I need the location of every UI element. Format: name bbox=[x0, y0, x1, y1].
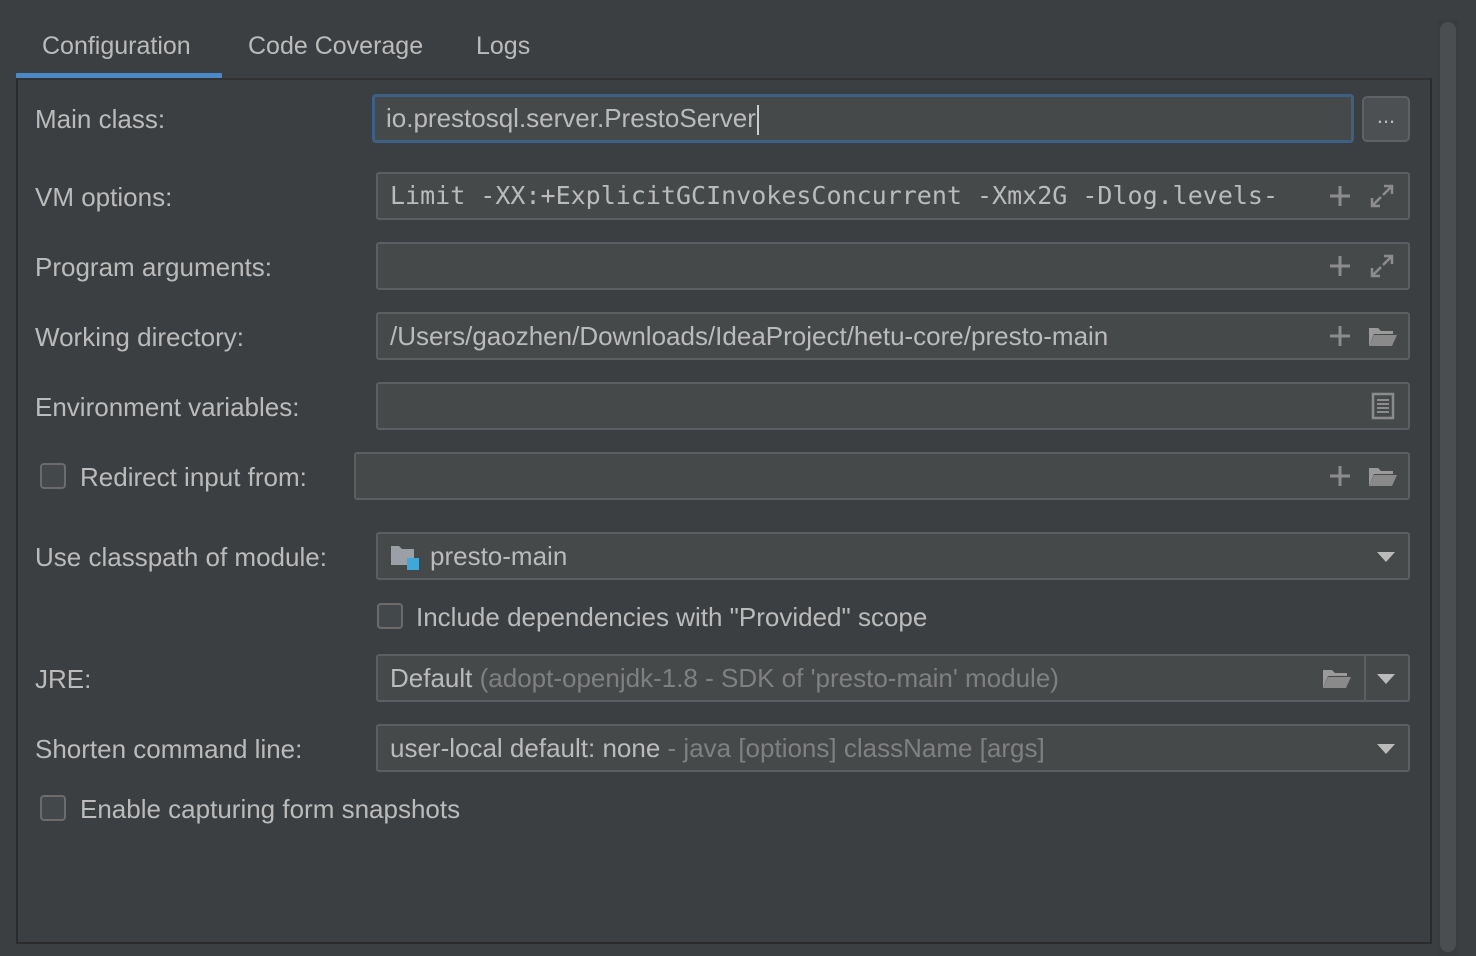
tab-configuration[interactable]: Configuration bbox=[42, 28, 191, 68]
shorten-command-line-select[interactable]: user-local default: none - java [options… bbox=[376, 724, 1410, 772]
classpath-module-label: Use classpath of module: bbox=[35, 542, 327, 572]
folder-open-icon[interactable] bbox=[1366, 462, 1397, 490]
jre-value: Default bbox=[390, 663, 473, 693]
capture-snapshots-label: Enable capturing form snapshots bbox=[80, 794, 461, 824]
module-folder-icon bbox=[390, 543, 419, 571]
folder-open-icon[interactable] bbox=[1320, 664, 1351, 692]
capture-snapshots-checkbox[interactable] bbox=[40, 795, 66, 821]
plus-icon[interactable] bbox=[1326, 462, 1354, 490]
shorten-command-line-hint: - java [options] className [args] bbox=[667, 733, 1045, 763]
vm-options-label: VM options: bbox=[35, 182, 173, 212]
working-directory-value: /Users/gaozhen/Downloads/IdeaProject/het… bbox=[390, 321, 1109, 351]
working-directory-label: Working directory: bbox=[35, 322, 245, 352]
jre-divider bbox=[1364, 656, 1366, 700]
folder-open-icon[interactable] bbox=[1366, 322, 1397, 350]
plus-icon[interactable] bbox=[1326, 322, 1354, 350]
shorten-command-line-label: Shorten command line: bbox=[35, 734, 303, 764]
document-icon[interactable] bbox=[1370, 392, 1398, 420]
include-provided-checkbox[interactable] bbox=[377, 603, 403, 629]
shorten-command-line-value: user-local default: none bbox=[390, 733, 661, 763]
expand-icon[interactable] bbox=[1368, 182, 1396, 210]
plus-icon[interactable] bbox=[1326, 182, 1354, 210]
environment-variables-label: Environment variables: bbox=[35, 392, 300, 422]
include-provided-label: Include dependencies with "Provided" sco… bbox=[416, 602, 928, 632]
main-class-input[interactable]: io.prestosql.server.PrestoServer bbox=[372, 94, 1354, 143]
classpath-module-select[interactable]: presto-main bbox=[376, 532, 1410, 580]
expand-icon[interactable] bbox=[1368, 252, 1396, 280]
main-class-label: Main class: bbox=[35, 104, 166, 134]
redirect-input-field[interactable] bbox=[354, 452, 1410, 500]
plus-icon[interactable] bbox=[1326, 252, 1354, 280]
text-caret bbox=[756, 105, 759, 136]
chevron-down-icon[interactable] bbox=[1374, 542, 1402, 570]
program-arguments-input[interactable] bbox=[376, 242, 1410, 290]
jre-hint: (adopt-openjdk-1.8 - SDK of 'presto-main… bbox=[479, 663, 1059, 693]
vm-options-value: Limit -XX:+ExplicitGCInvokesConcurrent -… bbox=[390, 181, 1279, 210]
classpath-module-value: presto-main bbox=[430, 541, 568, 571]
scrollbar-thumb[interactable] bbox=[1440, 22, 1456, 952]
environment-variables-input[interactable] bbox=[376, 382, 1410, 430]
chevron-down-icon[interactable] bbox=[1374, 664, 1402, 692]
redirect-input-label: Redirect input from: bbox=[80, 462, 307, 492]
jre-select[interactable]: Default (adopt-openjdk-1.8 - SDK of 'pre… bbox=[376, 654, 1410, 702]
vm-options-input[interactable]: Limit -XX:+ExplicitGCInvokesConcurrent -… bbox=[376, 172, 1410, 220]
tab-code-coverage[interactable]: Code Coverage bbox=[248, 28, 423, 68]
program-arguments-label: Program arguments: bbox=[35, 252, 272, 282]
working-directory-input[interactable]: /Users/gaozhen/Downloads/IdeaProject/het… bbox=[376, 312, 1410, 360]
tab-logs[interactable]: Logs bbox=[476, 28, 530, 68]
main-class-value: io.prestosql.server.PrestoServer bbox=[386, 103, 756, 133]
redirect-input-checkbox[interactable] bbox=[40, 463, 66, 489]
chevron-down-icon[interactable] bbox=[1374, 734, 1402, 762]
jre-label: JRE: bbox=[35, 664, 92, 694]
browse-main-class-button[interactable]: ... bbox=[1362, 96, 1410, 142]
